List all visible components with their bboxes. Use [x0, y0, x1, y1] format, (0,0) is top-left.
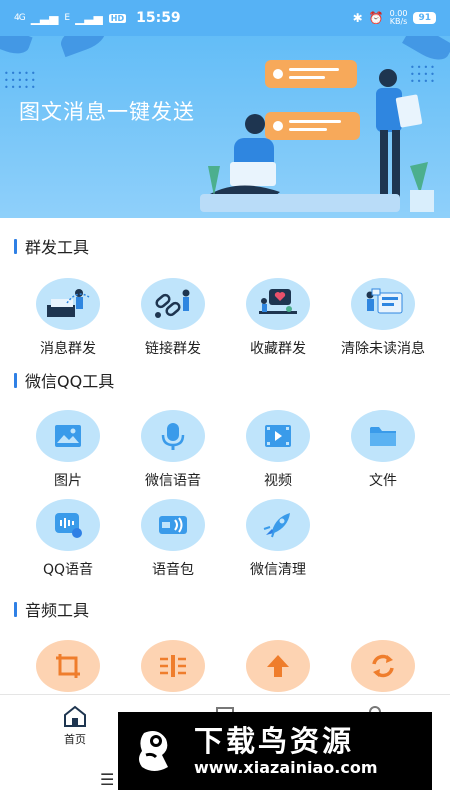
- section-title-audio-tools: 音频工具: [14, 599, 90, 620]
- leaf-decoration: [402, 36, 450, 66]
- tool-wechat-voice[interactable]: 微信语音: [121, 410, 225, 490]
- home-icon: [64, 705, 86, 727]
- signal-4g: 4G: [14, 12, 26, 23]
- tool-image[interactable]: 图片: [16, 410, 120, 490]
- system-menu-icon[interactable]: ☰: [100, 770, 114, 789]
- clear-unread-illustration: [351, 278, 415, 330]
- tool-label: 微信语音: [145, 473, 201, 489]
- tool-favorites-broadcast[interactable]: 收藏群发: [226, 278, 330, 358]
- upload-icon: [267, 655, 289, 677]
- tool-label: 视频: [264, 473, 292, 489]
- tool-qq-voice[interactable]: QQ语音: [16, 499, 120, 579]
- upload-icon-bg: [246, 640, 310, 692]
- tool-icon-bg: [36, 410, 100, 462]
- section-title-text: 微信QQ工具: [25, 372, 115, 391]
- tool-label: 链接群发: [145, 341, 201, 357]
- voice-message-icon: [55, 513, 82, 538]
- favorites-broadcast-illustration: [246, 278, 310, 330]
- watermark-url: www.xiazainiao.com: [194, 758, 378, 777]
- banner[interactable]: ••••• ••••• ••••• •••• •••• •••• 图文消息一键发送: [0, 36, 450, 218]
- desk-illustration: [200, 194, 400, 212]
- section-title-group-tools: 群发工具: [14, 236, 90, 257]
- tool-audio-upload[interactable]: [226, 640, 330, 692]
- status-time: 15:59: [136, 10, 181, 26]
- hd-badge: HD: [108, 13, 127, 23]
- tool-label: QQ语音: [42, 562, 94, 578]
- tool-clear-unread[interactable]: 清除未读消息: [331, 278, 435, 358]
- tool-label: 文件: [369, 473, 397, 489]
- watermark: 下载鸟资源 www.xiazainiao.com: [118, 712, 432, 790]
- tool-audio-split[interactable]: [121, 640, 225, 692]
- status-bar: 4G ▁▃▅ E ▁▃▅ HD 15:59 ✱ ⏰ 0.00 KB/s 91: [0, 0, 450, 36]
- tool-file[interactable]: 文件: [331, 410, 435, 490]
- crop-icon-bg: [36, 640, 100, 692]
- tool-message-broadcast[interactable]: 消息群发: [16, 278, 120, 358]
- speed-unit: KB/s: [389, 17, 408, 26]
- tool-icon-bg: [246, 410, 310, 462]
- tool-voice-pack[interactable]: 语音包: [121, 499, 225, 579]
- tool-icon-bg: [141, 499, 205, 551]
- status-left: 4G ▁▃▅ E ▁▃▅ HD 15:59: [14, 10, 181, 26]
- tool-icon-bg: [36, 499, 100, 551]
- signal-e: E: [64, 12, 70, 23]
- video-icon: [265, 425, 291, 447]
- tool-audio-crop[interactable]: [16, 640, 120, 692]
- tool-wechat-clean[interactable]: 微信清理: [226, 499, 330, 579]
- microphone-icon: [161, 423, 185, 450]
- section-title-text: 音频工具: [25, 601, 90, 620]
- section-title-text: 群发工具: [25, 238, 90, 257]
- rocket-icon: [263, 513, 290, 538]
- tool-label: 清除未读消息: [341, 341, 425, 357]
- watermark-text: 下载鸟资源 www.xiazainiao.com: [194, 724, 377, 778]
- image-icon: [55, 425, 81, 447]
- bird-logo-icon: [126, 721, 186, 781]
- dots-decoration: ••••• ••••• •••••: [4, 69, 38, 92]
- bluetooth-icon: ✱: [352, 11, 363, 25]
- message-broadcast-illustration: [36, 278, 100, 330]
- status-right: ✱ ⏰ 0.00 KB/s 91: [353, 10, 436, 26]
- tool-label: 消息群发: [40, 341, 96, 357]
- alarm-icon: ⏰: [368, 11, 384, 25]
- link-broadcast-illustration: [141, 278, 205, 330]
- tool-link-broadcast[interactable]: 链接群发: [121, 278, 225, 358]
- tool-video[interactable]: 视频: [226, 410, 330, 490]
- tool-icon-bg: [141, 410, 205, 462]
- tool-icon-bg: [351, 410, 415, 462]
- crop-icon: [56, 654, 80, 678]
- signal-bars-icon-2: ▁▃▅: [75, 11, 103, 25]
- split-icon-bg: [141, 640, 205, 692]
- nav-home-label: 首页: [64, 733, 86, 746]
- tool-label: 语音包: [152, 562, 194, 578]
- leaf-decoration: [57, 36, 109, 58]
- voice-pack-icon: [159, 516, 187, 534]
- network-speed: 0.00 KB/s: [390, 10, 408, 26]
- tool-label: 图片: [54, 473, 82, 489]
- leaf-decoration: [0, 36, 33, 59]
- folder-icon: [370, 427, 396, 446]
- split-icon: [160, 655, 186, 677]
- convert-icon: [372, 654, 394, 678]
- tool-icon-bg: [246, 499, 310, 551]
- banner-title: 图文消息一键发送: [19, 100, 195, 124]
- tool-audio-convert[interactable]: [331, 640, 435, 692]
- signal-bars-icon: ▁▃▅: [30, 11, 59, 25]
- nav-home[interactable]: 首页: [35, 705, 115, 747]
- section-title-wechat-qq-tools: 微信QQ工具: [14, 370, 115, 391]
- convert-icon-bg: [351, 640, 415, 692]
- tool-label: 微信清理: [250, 562, 306, 578]
- watermark-name: 下载鸟资源: [194, 724, 355, 758]
- battery-indicator: 91: [413, 12, 436, 24]
- tool-label: 收藏群发: [250, 341, 306, 357]
